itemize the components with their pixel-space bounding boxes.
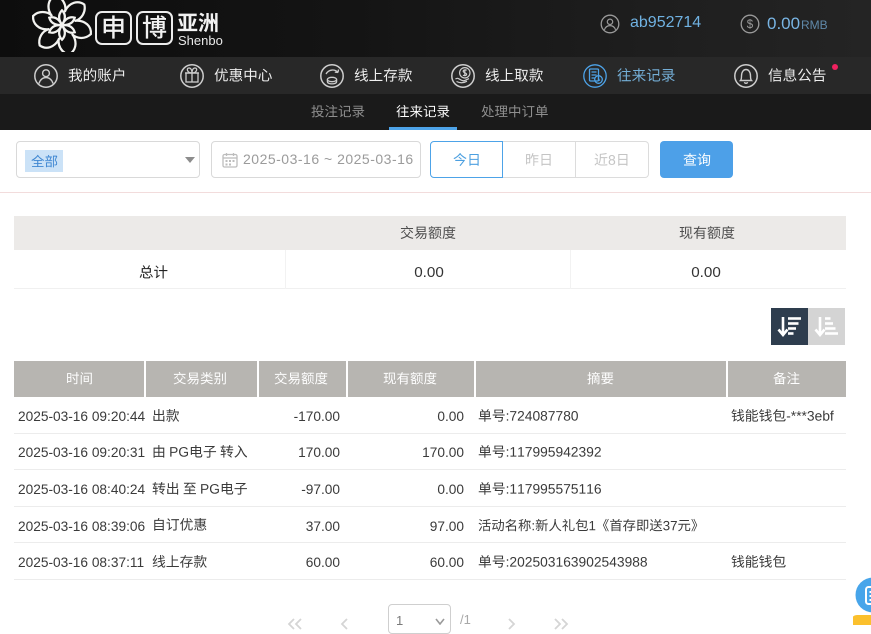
svg-text:$: $ [747, 19, 754, 31]
